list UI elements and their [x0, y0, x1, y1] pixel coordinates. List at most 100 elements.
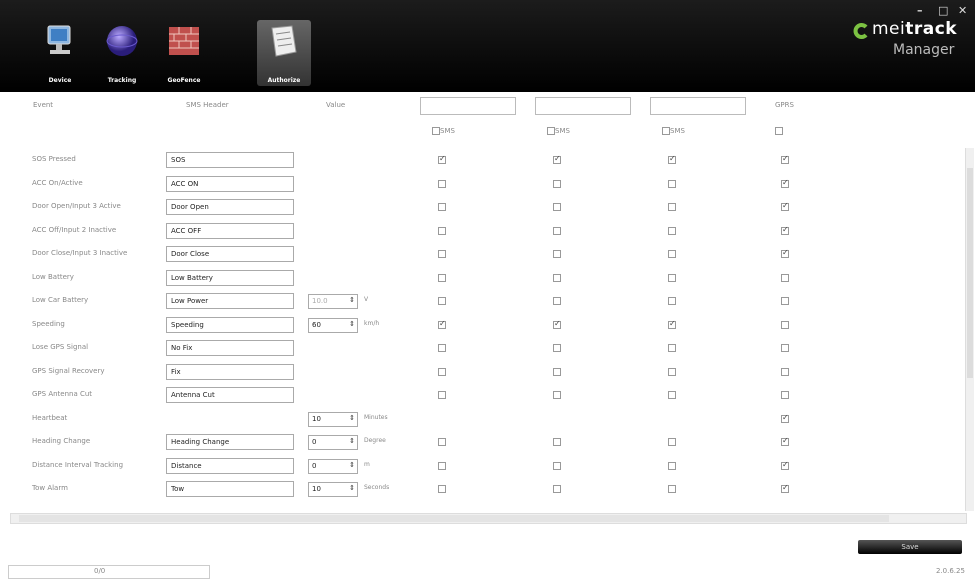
spin-icon[interactable]: ⇕ [349, 484, 355, 492]
phone-input-2[interactable] [535, 97, 631, 115]
sms-checkbox[interactable] [668, 485, 676, 493]
sms-checkbox[interactable] [553, 203, 561, 211]
sms-checkbox[interactable] [438, 367, 446, 376]
scroll-thumb[interactable] [19, 515, 889, 522]
gprs-checkbox[interactable] [781, 201, 789, 211]
gprs-checkbox[interactable] [781, 273, 789, 282]
sms-checkbox[interactable] [668, 461, 676, 470]
sms-checkbox[interactable] [438, 344, 446, 352]
gprs-checkbox[interactable] [781, 460, 789, 470]
value-stepper[interactable]: 10 ⇕ [308, 482, 358, 497]
sms-header-input[interactable]: Low Power [166, 293, 294, 309]
gprs-checkbox[interactable] [781, 344, 789, 352]
sms-toggle-1[interactable]: SMS [432, 127, 455, 135]
nav-device[interactable]: Device [33, 20, 87, 86]
nav-tracking[interactable]: Tracking [95, 20, 149, 86]
sms-checkbox[interactable] [553, 250, 561, 258]
save-button[interactable]: Save [858, 540, 962, 554]
value-stepper[interactable]: 60 ⇕ [308, 317, 358, 333]
sms-header-input[interactable]: Door Close [166, 246, 294, 262]
scroll-thumb[interactable] [967, 168, 973, 378]
spin-icon[interactable]: ⇕ [349, 414, 355, 422]
sms-checkbox[interactable] [553, 438, 561, 446]
value-stepper[interactable]: 0 ⇕ [308, 458, 358, 474]
sms-checkbox[interactable] [438, 485, 446, 493]
sms-checkbox[interactable] [553, 344, 561, 352]
gprs-checkbox[interactable] [781, 436, 789, 446]
sms-checkbox-3[interactable] [662, 127, 670, 135]
spin-icon[interactable]: ⇕ [349, 320, 355, 328]
sms-checkbox[interactable] [438, 319, 446, 329]
gprs-checkbox[interactable] [781, 483, 789, 493]
spin-icon[interactable]: ⇕ [349, 296, 355, 304]
sms-checkbox[interactable] [668, 391, 676, 399]
nav-authorize[interactable]: Authorize [257, 20, 311, 86]
sms-checkbox[interactable] [668, 319, 676, 329]
sms-checkbox[interactable] [668, 179, 676, 188]
gprs-checkbox[interactable] [781, 154, 789, 164]
spin-icon[interactable]: ⇕ [349, 437, 355, 445]
sms-checkbox[interactable] [438, 179, 446, 188]
sms-checkbox[interactable] [553, 367, 561, 376]
sms-checkbox[interactable] [668, 297, 676, 305]
value-stepper[interactable]: 10 ⇕ [308, 411, 358, 427]
sms-checkbox[interactable] [668, 203, 676, 211]
minimize-button[interactable]: – [917, 4, 923, 17]
value-stepper[interactable]: 10.0 ⇕ [308, 294, 358, 309]
sms-checkbox[interactable] [553, 319, 561, 329]
gprs-toggle-all[interactable] [775, 127, 783, 135]
sms-checkbox[interactable] [553, 461, 561, 470]
sms-header-input[interactable]: ACC OFF [166, 222, 294, 239]
vertical-scrollbar[interactable] [965, 148, 974, 511]
gprs-checkbox-all[interactable] [775, 127, 783, 135]
sms-checkbox[interactable] [668, 344, 676, 352]
sms-checkbox[interactable] [438, 461, 446, 470]
sms-header-input[interactable]: Low Battery [166, 269, 294, 286]
sms-header-input[interactable]: No Fix [166, 340, 294, 356]
sms-checkbox[interactable] [553, 485, 561, 493]
sms-header-input[interactable]: Fix [166, 363, 294, 380]
sms-checkbox[interactable] [553, 391, 561, 399]
maximize-button[interactable]: □ [938, 4, 948, 17]
sms-checkbox[interactable] [438, 250, 446, 258]
spin-icon[interactable]: ⇕ [349, 461, 355, 469]
sms-header-input[interactable]: Speeding [166, 316, 294, 333]
sms-checkbox[interactable] [553, 273, 561, 282]
phone-input-3[interactable] [650, 97, 746, 115]
sms-checkbox[interactable] [553, 154, 561, 164]
gprs-checkbox[interactable] [781, 320, 789, 329]
sms-checkbox[interactable] [438, 154, 446, 164]
gprs-checkbox[interactable] [781, 297, 789, 305]
sms-header-input[interactable]: ACC ON [166, 175, 294, 192]
sms-header-input[interactable]: SOS [166, 152, 294, 168]
gprs-checkbox[interactable] [781, 367, 789, 376]
sms-header-input[interactable]: Distance [166, 457, 294, 474]
sms-checkbox[interactable] [668, 438, 676, 446]
sms-checkbox[interactable] [668, 250, 676, 258]
gprs-checkbox[interactable] [781, 225, 789, 235]
sms-checkbox[interactable] [668, 273, 676, 282]
sms-toggle-3[interactable]: SMS [662, 127, 685, 135]
sms-checkbox[interactable] [438, 391, 446, 399]
sms-checkbox[interactable] [438, 438, 446, 446]
phone-input-1[interactable] [420, 97, 516, 115]
sms-toggle-2[interactable]: SMS [547, 127, 570, 135]
sms-checkbox[interactable] [553, 226, 561, 235]
sms-checkbox[interactable] [438, 297, 446, 305]
sms-checkbox[interactable] [668, 367, 676, 376]
sms-checkbox[interactable] [553, 179, 561, 188]
sms-header-input[interactable]: Tow [166, 481, 294, 497]
sms-checkbox[interactable] [438, 273, 446, 282]
gprs-checkbox[interactable] [781, 413, 789, 423]
sms-checkbox[interactable] [438, 226, 446, 235]
sms-checkbox-2[interactable] [547, 127, 555, 135]
sms-header-input[interactable]: Heading Change [166, 434, 294, 450]
sms-header-input[interactable]: Door Open [166, 199, 294, 215]
sms-checkbox[interactable] [553, 297, 561, 305]
nav-geofence[interactable]: GeoFence [157, 20, 211, 86]
value-stepper[interactable]: 0 ⇕ [308, 435, 358, 450]
gprs-checkbox[interactable] [781, 248, 789, 258]
gprs-checkbox[interactable] [781, 178, 789, 188]
sms-checkbox-1[interactable] [432, 127, 440, 135]
close-button[interactable]: ✕ [958, 4, 967, 17]
